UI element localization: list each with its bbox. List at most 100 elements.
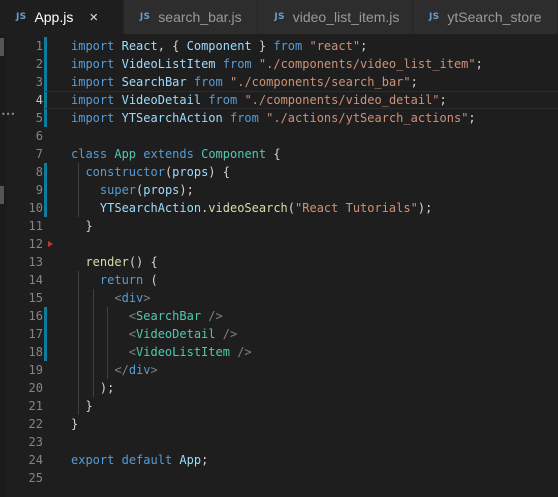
code-token: YTSearchAction	[121, 111, 223, 125]
line-number: 25	[28, 471, 43, 485]
code-line[interactable]: import VideoDetail from "./components/vi…	[71, 91, 447, 109]
code-line[interactable]: <VideoDetail />	[71, 325, 237, 343]
tab-label: video_list_item.js	[292, 9, 400, 25]
modified-line-indicator	[44, 307, 47, 325]
code-line[interactable]: </div>	[71, 361, 158, 379]
indent-guide	[107, 307, 109, 379]
code-token: props	[143, 183, 180, 197]
code-token: >	[143, 291, 151, 305]
code-token: VideoDetail	[121, 93, 202, 107]
tab-video-list-item-js[interactable]: JS video_list_item.js	[258, 0, 413, 34]
javascript-file-icon: JS	[274, 12, 285, 22]
breakpoint-arrow-icon[interactable]	[48, 241, 53, 247]
code-token: ;	[475, 57, 483, 71]
line-number: 18	[28, 345, 43, 359]
code-token: />	[222, 327, 238, 341]
code-token: () {	[128, 255, 158, 269]
line-number: 8	[35, 165, 43, 179]
close-icon[interactable]: ×	[89, 9, 98, 26]
code-line[interactable]: <VideoListItem />	[71, 343, 252, 361]
code-token: "./actions/ytSearch_actions"	[266, 111, 469, 125]
line-number: 5	[35, 111, 43, 125]
code-token: />	[208, 309, 223, 323]
code-line[interactable]: constructor(props) {	[71, 163, 230, 181]
code-line[interactable]: return (	[71, 271, 158, 289]
code-token: Component	[201, 147, 267, 161]
tab-search-bar-js[interactable]: JS search_bar.js	[123, 0, 259, 34]
line-number: 19	[28, 363, 43, 377]
code-token: }	[71, 399, 93, 413]
code-line[interactable]: <div>	[71, 289, 151, 307]
modified-line-indicator	[44, 181, 47, 199]
code-token: Component	[186, 39, 252, 53]
code-editor[interactable]: import React, { Component } from "react"…	[71, 34, 558, 497]
code-token: }	[71, 417, 79, 431]
code-token: }	[251, 39, 274, 53]
code-token: import	[71, 39, 115, 53]
code-line[interactable]: export default App;	[71, 451, 208, 469]
code-token: , {	[157, 39, 187, 53]
code-token: div	[128, 363, 151, 377]
code-token: React	[121, 39, 158, 53]
code-token: class	[71, 147, 108, 161]
code-token: >	[150, 363, 158, 377]
code-line[interactable]: }	[71, 397, 93, 415]
code-token: <	[128, 345, 137, 359]
code-token: }	[71, 219, 93, 233]
code-token: </	[114, 363, 129, 377]
code-token: return	[99, 273, 144, 287]
code-line[interactable]: }	[71, 217, 93, 235]
line-number: 14	[28, 273, 43, 287]
line-number: 4	[35, 93, 43, 107]
line-number: 24	[28, 453, 43, 467]
code-token: VideoListItem	[136, 345, 230, 359]
line-number: 2	[35, 57, 43, 71]
modified-line-indicator	[44, 163, 47, 181]
line-number-gutter: 1 2 3 4 5 6 7 8 9 10 11 12 13 14 15 16 17 18 19 20 21 22 23 24 2…	[7, 34, 53, 497]
code-line[interactable]: import SearchBar from "./components/sear…	[71, 73, 418, 91]
code-line[interactable]: class App extends Component {	[71, 145, 281, 163]
code-token: "./components/video_list_item"	[258, 57, 476, 71]
tab-app-js[interactable]: JS App.js ×	[0, 0, 124, 34]
code-token: YTSearchAction	[99, 201, 202, 215]
code-line[interactable]: import React, { Component } from "react"…	[71, 37, 367, 55]
tab-ytsearch-store[interactable]: JS ytSearch_store	[412, 0, 558, 34]
indent-guide	[92, 289, 94, 397]
code-line[interactable]: import YTSearchAction from "./actions/yt…	[71, 109, 476, 127]
code-token: import	[71, 111, 115, 125]
code-token: "React Tutorials"	[295, 201, 418, 215]
code-line[interactable]: }	[71, 415, 78, 433]
line-number: 7	[35, 147, 43, 161]
code-token: from	[208, 93, 238, 107]
code-token: (	[143, 273, 158, 287]
code-token: props	[172, 165, 209, 179]
code-token: ;	[439, 93, 447, 107]
javascript-file-icon: JS	[16, 12, 27, 22]
editor-tab-bar: JS App.js × JS search_bar.js JS video_li…	[0, 0, 558, 34]
code-line[interactable]: super(props);	[71, 181, 194, 199]
code-token: App	[114, 147, 137, 161]
code-token: {	[266, 147, 281, 161]
code-line[interactable]: YTSearchAction.videoSearch("React Tutori…	[71, 199, 432, 217]
code-token: import	[71, 75, 115, 89]
code-token: super	[99, 183, 137, 197]
modified-line-indicator	[44, 109, 47, 127]
code-token: SearchBar	[121, 75, 187, 89]
code-token: videoSearch	[208, 201, 288, 215]
code-token: import	[71, 93, 115, 107]
code-token: from	[193, 75, 223, 89]
code-line[interactable]: render() {	[71, 253, 158, 271]
code-token: <	[128, 309, 137, 323]
code-token: extends	[143, 147, 194, 161]
sidebar-marker	[0, 38, 4, 56]
code-line[interactable]: import VideoListItem from "./components/…	[71, 55, 483, 73]
code-line[interactable]: <SearchBar />	[71, 307, 223, 325]
